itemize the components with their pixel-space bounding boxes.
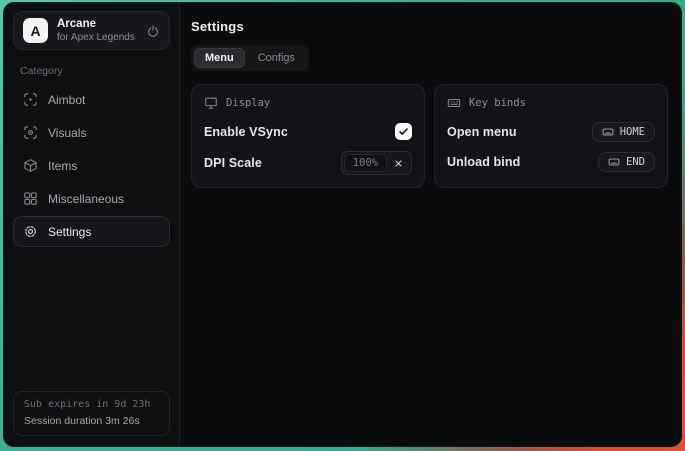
- tab-group: Menu Configs: [191, 45, 309, 71]
- keyboard-icon: [447, 96, 461, 110]
- eye-scan-icon: [23, 125, 38, 140]
- sidebar-nav: Aimbot Visuals: [13, 84, 170, 247]
- vsync-checkbox[interactable]: [395, 123, 412, 140]
- keybind-key: HOME: [620, 126, 645, 138]
- crosshair-icon: [23, 92, 38, 107]
- sidebar-item-label: Settings: [48, 225, 91, 239]
- open-menu-row: Open menu HOME: [447, 121, 655, 142]
- keyboard-icon: [608, 156, 620, 168]
- vsync-label: Enable VSync: [204, 125, 288, 139]
- sub-expiry-text: Sub expires in 9d 23h: [24, 399, 159, 411]
- sidebar-item-label: Items: [48, 159, 77, 173]
- app-meta: Arcane for Apex Legends: [57, 18, 135, 44]
- sidebar-item-items[interactable]: Items: [13, 150, 170, 181]
- display-card-header: Display: [204, 94, 412, 112]
- session-duration-text: Session duration 3m 26s: [24, 415, 159, 428]
- app-name: Arcane: [57, 18, 135, 31]
- subscription-info-box: Sub expires in 9d 23h Session duration 3…: [13, 391, 170, 436]
- open-menu-label: Open menu: [447, 125, 517, 139]
- tab-menu[interactable]: Menu: [194, 48, 245, 68]
- main-content: Settings Menu Configs Display: [180, 3, 681, 446]
- monitor-icon: [204, 96, 218, 110]
- unload-keybind-button[interactable]: END: [598, 152, 655, 172]
- keybinds-card-title: Key binds: [469, 97, 526, 109]
- keybind-key: END: [626, 156, 645, 168]
- dpi-row: DPI Scale 100%: [204, 151, 412, 175]
- sidebar-item-label: Aimbot: [48, 93, 85, 107]
- sidebar: A Arcane for Apex Legends Category: [4, 3, 180, 446]
- dpi-label: DPI Scale: [204, 156, 262, 170]
- app-header-card: A Arcane for Apex Legends: [13, 11, 170, 50]
- dpi-scale-control: 100%: [341, 151, 412, 175]
- check-icon: [398, 126, 409, 137]
- keyboard-icon: [602, 126, 614, 138]
- app-window: A Arcane for Apex Legends Category: [3, 2, 682, 447]
- unload-bind-label: Unload bind: [447, 155, 520, 169]
- sidebar-item-settings[interactable]: Settings: [13, 216, 170, 247]
- display-card: Display Enable VSync DPI Scale 100%: [191, 84, 425, 188]
- open-menu-keybind-button[interactable]: HOME: [592, 122, 655, 142]
- vsync-row: Enable VSync: [204, 121, 412, 142]
- sidebar-item-visuals[interactable]: Visuals: [13, 117, 170, 148]
- keybinds-card-header: Key binds: [447, 94, 655, 112]
- page-title: Settings: [191, 19, 668, 34]
- sidebar-item-label: Miscellaneous: [48, 192, 124, 206]
- gear-icon: [23, 224, 38, 239]
- tab-configs[interactable]: Configs: [247, 48, 306, 68]
- grid-icon: [23, 191, 38, 206]
- app-logo: A: [23, 18, 48, 43]
- unload-bind-row: Unload bind END: [447, 151, 655, 172]
- settings-cards: Display Enable VSync DPI Scale 100%: [191, 84, 668, 188]
- app-subtitle: for Apex Legends: [57, 32, 135, 44]
- display-card-title: Display: [226, 97, 270, 109]
- sidebar-item-label: Visuals: [48, 126, 86, 140]
- power-icon[interactable]: [146, 24, 160, 38]
- sidebar-item-miscellaneous[interactable]: Miscellaneous: [13, 183, 170, 214]
- close-icon[interactable]: [387, 157, 409, 170]
- box-icon: [23, 158, 38, 173]
- keybinds-card: Key binds Open menu HOME Unload bin: [434, 84, 668, 188]
- sidebar-category-label: Category: [20, 65, 163, 77]
- sidebar-item-aimbot[interactable]: Aimbot: [13, 84, 170, 115]
- dpi-scale-input[interactable]: 100%: [344, 154, 387, 172]
